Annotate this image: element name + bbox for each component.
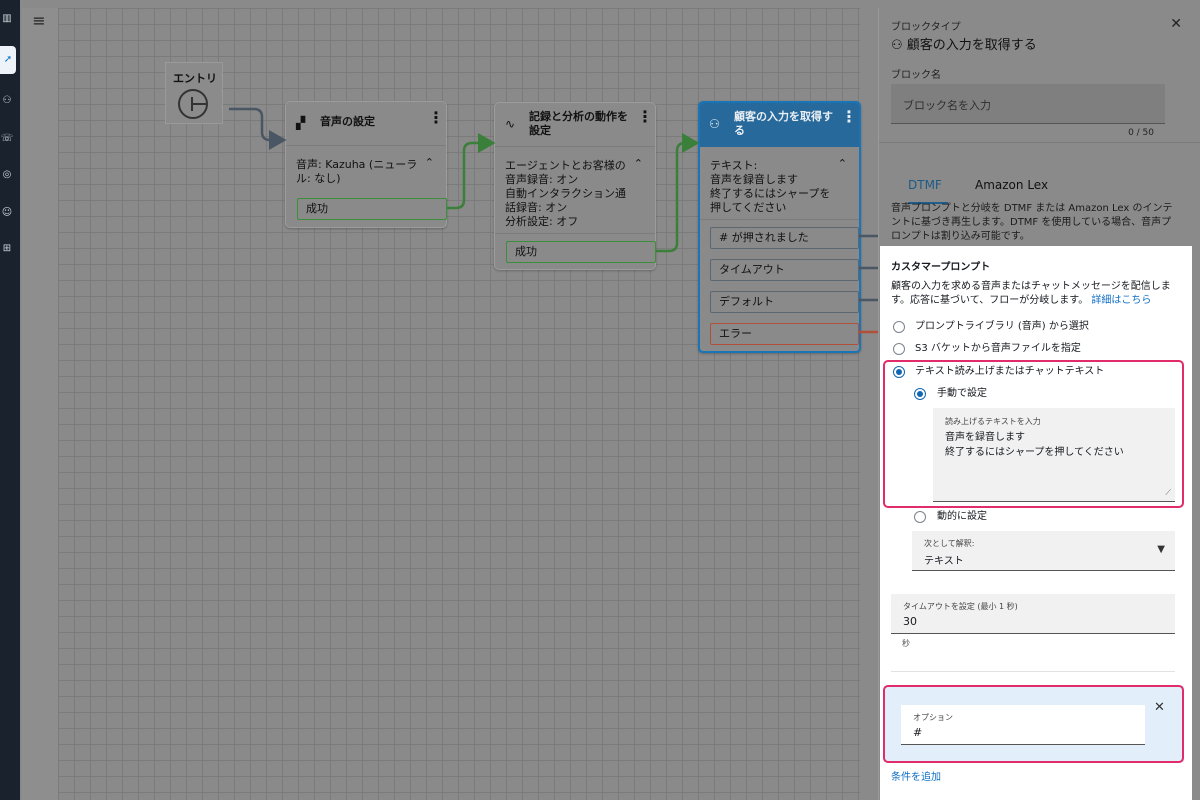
block-summary: 音声: Kazuha (ニューラル: なし) [296, 158, 418, 185]
block-type-value: 顧客の入力を取得する [906, 38, 1037, 53]
timeout-input[interactable]: タイムアウトを設定 (最小 1 秒) 30 [891, 594, 1175, 634]
branch-port-success[interactable]: 成功 [297, 198, 447, 220]
tab-amazon-lex[interactable]: Amazon Lex [975, 176, 1055, 204]
option-label: オプション [913, 713, 953, 722]
tts-text-label: 読み上げるテキストを入力 [945, 417, 1041, 426]
option-value: # [913, 726, 923, 739]
block-header: ∿ 記録と分析の動作を設定 ⋮ [495, 103, 655, 147]
block-title: 記録と分析の動作を設定 [529, 110, 628, 137]
block-summary: テキスト: 音声を録音します 終了するにはシャープを押してください [710, 159, 831, 214]
block-name-label: ブロック名 [891, 70, 941, 81]
block-name-input[interactable]: ブロック名を入力 [891, 84, 1165, 124]
hierarchy-icon[interactable]: ⊞ [0, 242, 14, 256]
block-set-voice[interactable]: ▞ 音声の設定 ⋮ 音声: Kazuha (ニューラル: なし) ⌃ 成功 [285, 101, 447, 228]
users-icon[interactable]: ⚇ [0, 94, 14, 108]
radio-tts-chat-text[interactable] [893, 366, 905, 378]
timeout-label: タイムアウトを設定 (最小 1 秒) [903, 602, 1018, 611]
timeout-unit: 秒 [902, 639, 910, 648]
block-divider [700, 219, 859, 220]
close-icon[interactable]: ✕ [1170, 16, 1182, 32]
block-title: 音声の設定 [320, 115, 375, 128]
branch-port-pressed[interactable]: # が押されました [710, 227, 859, 249]
canvas-gutter [860, 8, 878, 800]
radio-prompt-library[interactable] [893, 321, 905, 333]
timeout-value: 30 [903, 615, 917, 628]
hamburger-menu-icon[interactable]: ≡ [31, 13, 47, 29]
canvas-toolbar-strip [22, 8, 58, 800]
voice-settings-icon: ▞ [296, 116, 306, 130]
interpret-as-select[interactable]: 次として解釈: テキスト ▼ [912, 531, 1175, 571]
entry-title: エントリ [173, 72, 217, 85]
add-condition-link[interactable]: 条件を追加 [891, 768, 941, 783]
waveform-icon: ∿ [505, 117, 516, 131]
bar-chart-icon[interactable]: ▥ [0, 12, 14, 26]
option-input[interactable]: オプション # [901, 705, 1145, 745]
block-title: 顧客の入力を取得する [734, 110, 833, 137]
block-header: ▞ 音声の設定 ⋮ [286, 102, 446, 146]
entry-start-icon [178, 89, 208, 119]
radio-manual-setting[interactable] [914, 388, 926, 400]
char-counter: 0 / 50 [1128, 128, 1154, 138]
radio-manual-setting-label: 手動で設定 [937, 388, 987, 399]
chevron-up-icon[interactable]: ⌃ [634, 157, 643, 170]
routing-icon[interactable]: ➚ [0, 46, 16, 74]
radio-dynamic-setting-label: 動的に設定 [937, 511, 987, 522]
headset-icon[interactable]: ◎ [0, 168, 14, 182]
radio-s3-bucket-label: S3 バケットから音声ファイルを指定 [915, 343, 1081, 354]
branch-port-default[interactable]: デフォルト [710, 291, 859, 313]
radio-dynamic-setting[interactable] [914, 511, 926, 523]
customer-input-icon: ⚇ [709, 117, 720, 131]
caret-down-icon: ▼ [1157, 544, 1165, 555]
more-vert-icon[interactable]: ⋮ [428, 110, 444, 126]
radio-tts-chat-text-label: テキスト読み上げまたはチャットテキスト [915, 366, 1105, 377]
tab-dtmf[interactable]: DTMF [908, 176, 948, 204]
customer-prompt-heading: カスタマープロンプト [891, 262, 991, 273]
panel-divider [879, 142, 1200, 143]
block-type-label: ブロックタイプ [891, 22, 961, 33]
block-type-title: ⚇ 顧客の入力を取得する [891, 34, 1037, 53]
customer-prompt-description: 顧客の入力を求める音声またはチャットメッセージを配信します。応答に基づいて、フロ… [891, 280, 1183, 308]
block-recording-analytics[interactable]: ∿ 記録と分析の動作を設定 ⋮ エージェントとお客様の音声録音: オン 自動イン… [494, 102, 656, 270]
left-nav-rail: ▥ ➚ ⚇ ☏ ◎ ☺ ⊞ [0, 0, 20, 800]
chevron-up-icon[interactable]: ⌃ [425, 156, 434, 169]
interpret-as-value: テキスト [924, 556, 964, 567]
customer-input-icon: ⚇ [891, 38, 907, 53]
interpret-as-label: 次として解釈: [924, 539, 975, 548]
section-divider [891, 671, 1175, 672]
branch-port-error[interactable]: エラー [710, 323, 859, 345]
block-summary: エージェントとお客様の音声録音: オン 自動インタラクション通話録音: オン 分… [505, 159, 626, 228]
entry-node[interactable]: エントリ [165, 62, 223, 124]
block-get-customer-input[interactable]: ⚇ 顧客の入力を取得する ⋮ テキスト: 音声を録音します 終了するにはシャープ… [698, 101, 861, 353]
more-vert-icon[interactable]: ⋮ [637, 109, 653, 125]
person-icon[interactable]: ☺ [0, 206, 14, 220]
chevron-up-icon[interactable]: ⌃ [838, 157, 847, 170]
tab-description: 音声プロンプトと分岐を DTMF または Amazon Lex のインテントに基… [891, 203, 1173, 242]
branch-port-success[interactable]: 成功 [506, 241, 656, 263]
tts-text-input[interactable]: 読み上げるテキストを入力 音声を録音します 終了するにはシャープを押してください… [933, 408, 1175, 502]
learn-more-link[interactable]: 詳細はこちら [1091, 295, 1151, 306]
phone-flow-icon[interactable]: ☏ [0, 132, 14, 146]
tts-text-value: 音声を録音します 終了するにはシャープを押してください [945, 432, 1124, 458]
remove-option-close-icon[interactable]: ✕ [1154, 700, 1165, 715]
block-divider [495, 233, 655, 234]
branch-port-timeout[interactable]: タイムアウト [710, 259, 859, 281]
radio-s3-bucket[interactable] [893, 343, 905, 355]
resize-grip-icon[interactable]: ⟋ [1165, 488, 1171, 498]
block-header: ⚇ 顧客の入力を取得する ⋮ [700, 103, 859, 147]
radio-prompt-library-label: プロンプトライブラリ (音声) から選択 [915, 321, 1089, 332]
more-vert-icon[interactable]: ⋮ [841, 109, 857, 125]
